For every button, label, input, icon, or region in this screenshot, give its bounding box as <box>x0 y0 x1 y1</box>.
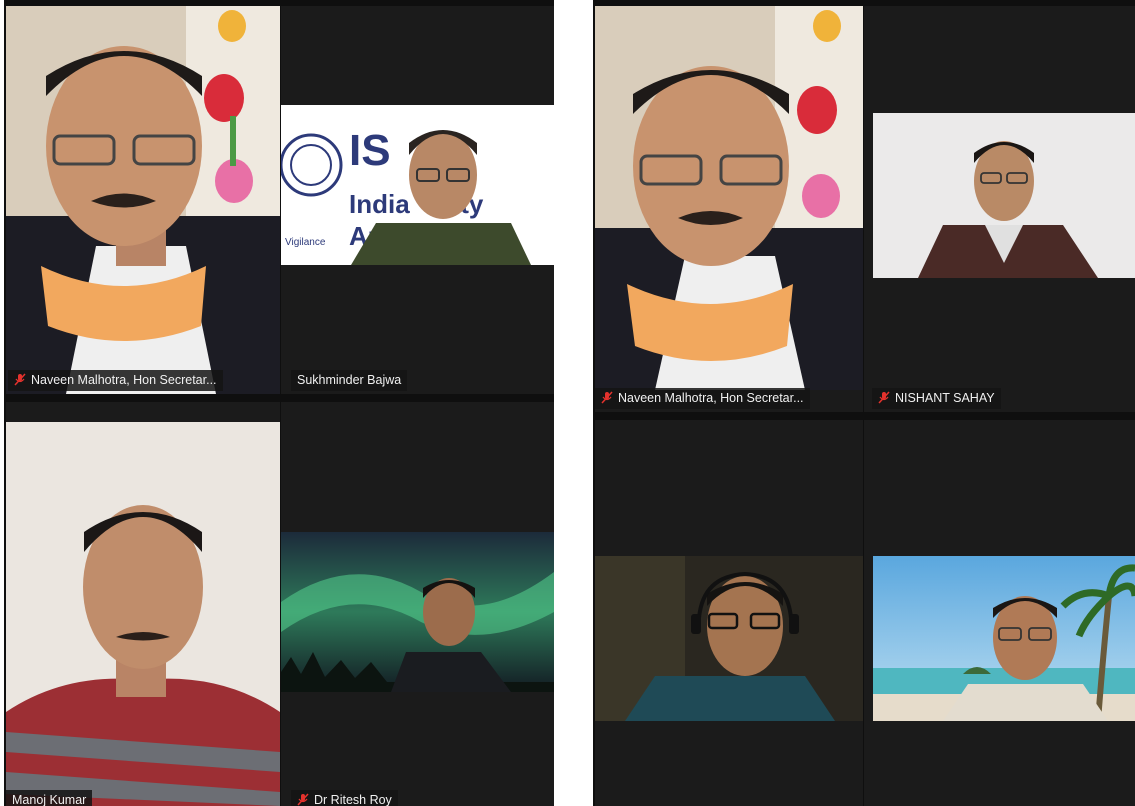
logo-letters: IS <box>349 126 391 175</box>
participant-video: IS India ciety An iolog Vigilance <box>281 105 554 265</box>
participant-video <box>6 422 280 806</box>
seal-text: Vigilance <box>285 237 326 248</box>
right-gallery-panel: Naveen Malhotra, Hon Secretar... NISHANT… <box>593 0 1135 806</box>
participant-video <box>873 556 1135 721</box>
participant-tile[interactable]: Naveen Malhotra, Hon Secretar... <box>595 6 863 412</box>
participant-video <box>6 6 280 394</box>
participant-name-label: Naveen Malhotra, Hon Secretar... <box>595 388 810 409</box>
muted-mic-icon <box>878 391 890 404</box>
participant-video <box>281 532 554 692</box>
participant-name-label: NISHANT SAHAY <box>872 388 1001 409</box>
participant-name-label: Sukhminder Bajwa <box>291 370 408 391</box>
participant-video <box>595 6 863 390</box>
participant-tile[interactable] <box>864 420 1135 806</box>
left-gallery-panel: Naveen Malhotra, Hon Secretar... IS Indi… <box>4 0 554 806</box>
participant-tile[interactable]: IS India ciety An iolog Vigilance Sukhmi… <box>281 6 554 394</box>
participant-video <box>595 556 863 721</box>
participant-name-label: Naveen Malhotra, Hon Secretar... <box>8 370 223 391</box>
participant-name: Dr Ritesh Roy <box>314 793 392 806</box>
participant-name: Naveen Malhotra, Hon Secretar... <box>618 391 804 405</box>
muted-mic-icon <box>297 793 309 806</box>
participant-tile[interactable]: Manoj Kumar <box>6 402 280 806</box>
muted-mic-icon <box>601 391 613 404</box>
participant-name-label: Dr Ritesh Roy <box>291 790 398 806</box>
participant-tile[interactable]: Dr Ritesh Roy <box>281 402 554 806</box>
participant-tile[interactable]: Naveen Malhotra, Hon Secretar... <box>6 6 280 394</box>
participant-name-label: Manoj Kumar <box>6 790 93 806</box>
participant-name: Manoj Kumar <box>12 793 87 806</box>
participant-name: Naveen Malhotra, Hon Secretar... <box>31 373 217 387</box>
participant-name: NISHANT SAHAY <box>895 391 995 405</box>
participant-name: Sukhminder Bajwa <box>297 373 402 387</box>
participant-tile[interactable]: NISHANT SAHAY <box>864 6 1135 412</box>
muted-mic-icon <box>14 373 26 386</box>
participant-tile[interactable] <box>595 420 863 806</box>
participant-video <box>873 113 1135 278</box>
